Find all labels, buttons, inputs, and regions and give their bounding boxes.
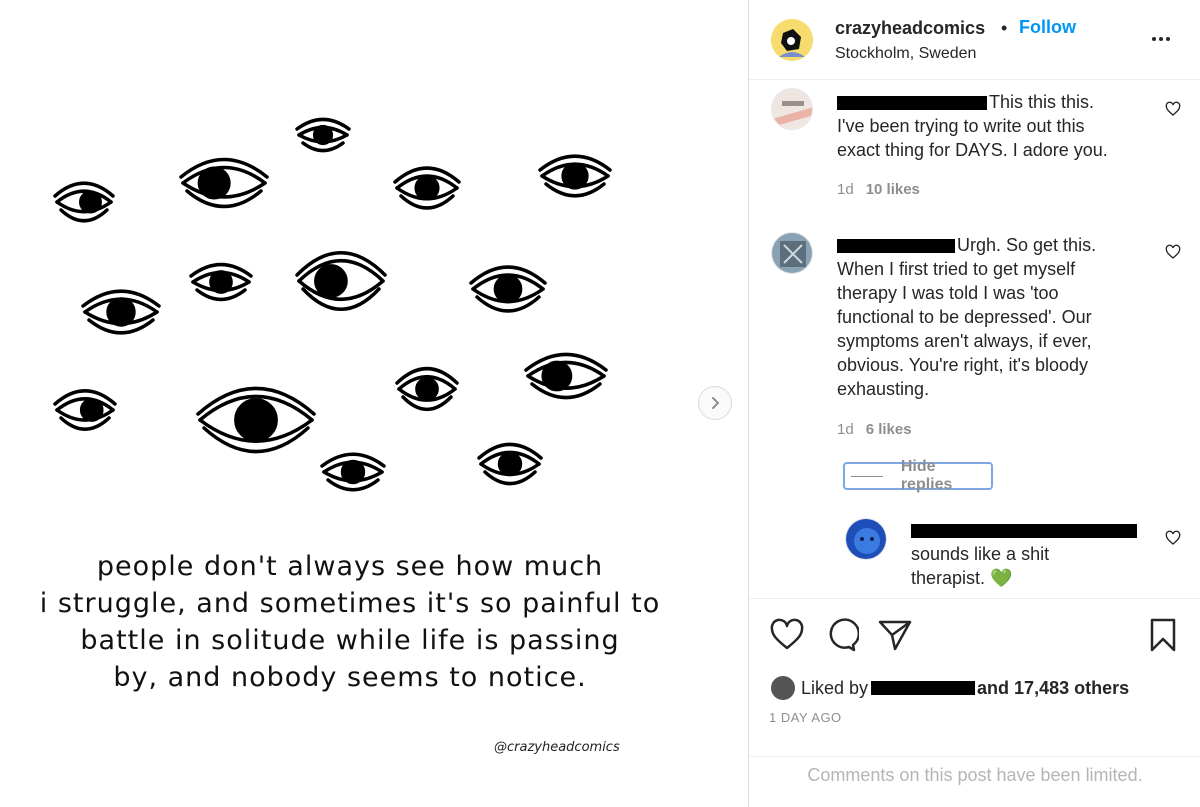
comment-line: I've been trying to write out this xyxy=(837,116,1085,136)
like-comment-heart-icon[interactable] xyxy=(1165,244,1181,260)
post-header: crazyheadcomics • Follow Stockholm, Swed… xyxy=(749,0,1200,80)
liker-avatar[interactable] xyxy=(769,674,797,702)
post-side-panel: crazyheadcomics • Follow Stockholm, Swed… xyxy=(748,0,1200,807)
eye-drawing xyxy=(393,166,461,210)
comments-limited-notice: Comments on this post have been limited. xyxy=(749,756,1200,807)
reply-body: sounds like a shit therapist. 💚 xyxy=(911,518,1151,590)
eye-drawing xyxy=(524,352,608,400)
caption-line: i struggle, and sometimes it's so painfu… xyxy=(39,588,661,619)
post-caption: people don't always see how much i strug… xyxy=(0,548,700,696)
commenter-avatar[interactable] xyxy=(771,88,813,130)
comment-body: This this this. I've been trying to writ… xyxy=(837,90,1167,162)
caption-line: people don't always see how much xyxy=(96,551,604,582)
redacted-username xyxy=(837,96,987,111)
comment-time[interactable]: 1d xyxy=(837,421,854,438)
eye-drawing xyxy=(196,386,316,454)
bookmark-icon[interactable] xyxy=(1145,617,1181,653)
hide-replies-line xyxy=(851,475,883,477)
eye-drawing xyxy=(295,117,351,153)
likes-count[interactable]: and 17,483 others xyxy=(977,678,1129,699)
like-comment-heart-icon[interactable] xyxy=(1165,101,1181,117)
reply-avatar[interactable] xyxy=(845,518,887,560)
share-icon[interactable] xyxy=(877,617,913,653)
follow-button[interactable]: Follow xyxy=(1019,17,1076,38)
likes-summary: Liked by and 17,483 others xyxy=(769,674,1129,702)
like-reply-heart-icon[interactable] xyxy=(1165,530,1181,546)
artist-signature: @crazyheadcomics xyxy=(494,740,620,755)
commenter-avatar[interactable] xyxy=(771,232,813,274)
separator-dot: • xyxy=(1001,18,1008,38)
comment-line: obvious. You're right, it's bloody xyxy=(837,355,1089,375)
next-image-button[interactable] xyxy=(698,386,732,420)
comment-line: Urgh. So get this. xyxy=(837,233,1167,257)
liked-by-prefix: Liked by xyxy=(801,677,869,698)
post-image: people don't always see how much i strug… xyxy=(0,0,748,807)
eye-drawing xyxy=(53,181,115,223)
comment-likes[interactable]: 10 likes xyxy=(866,181,920,198)
eye-drawing xyxy=(53,389,117,431)
eye-drawing xyxy=(469,265,547,313)
comment-line-text: Urgh. So get this. xyxy=(957,235,1097,255)
chevron-right-icon xyxy=(712,397,720,409)
eyes-illustration xyxy=(53,117,612,492)
author-avatar-drawing xyxy=(771,19,813,61)
author-username[interactable]: crazyheadcomics xyxy=(835,18,985,39)
comment-line: therapy I was told I was 'too xyxy=(837,283,1059,303)
eye-drawing xyxy=(395,367,459,412)
comment-line-text: This this this. xyxy=(989,92,1095,112)
comment-line: exact thing for DAYS. I adore you. xyxy=(837,140,1108,160)
reply-username-line xyxy=(911,518,1151,542)
more-options-button[interactable] xyxy=(1149,28,1173,48)
comment-meta: 1d 6 likes xyxy=(837,421,912,438)
comment-time[interactable]: 1d xyxy=(837,181,854,198)
post-time-ago[interactable]: 1 DAY AGO xyxy=(769,710,842,725)
comment-line: functional to be depressed'. Our xyxy=(837,307,1092,327)
post-location[interactable]: Stockholm, Sweden xyxy=(835,45,976,63)
hide-replies-label: Hide replies xyxy=(900,458,953,493)
reply-line: sounds like a shit xyxy=(911,544,1050,564)
eye-drawing xyxy=(179,157,269,209)
reply-avatar-image xyxy=(846,519,886,559)
eye-drawing xyxy=(81,289,161,335)
eye-drawing xyxy=(295,251,387,312)
commenter-avatar-image xyxy=(772,89,812,129)
more-options-icon xyxy=(1152,37,1170,41)
comment-line: This this this. xyxy=(837,90,1167,114)
comment-line: exhausting. xyxy=(837,379,930,399)
heart-icon[interactable] xyxy=(769,617,805,653)
redacted-username xyxy=(837,239,955,254)
eye-drawing xyxy=(320,452,386,492)
hide-replies-button[interactable]: Hide replies xyxy=(843,458,993,493)
author-avatar[interactable] xyxy=(771,19,813,61)
redacted-username xyxy=(871,681,976,695)
reply-line: therapist. 💚 xyxy=(911,568,1013,588)
comment-icon[interactable] xyxy=(823,617,859,653)
caption-line: battle in solitude while life is passing xyxy=(80,625,620,656)
commenter-avatar-image xyxy=(772,233,812,273)
eye-drawing xyxy=(189,262,253,302)
eye-drawing xyxy=(538,154,612,198)
caption-line: by, and nobody seems to notice. xyxy=(113,662,587,693)
comment-body: Urgh. So get this. When I first tried to… xyxy=(837,233,1167,401)
comment-likes[interactable]: 6 likes xyxy=(866,421,912,438)
redacted-username xyxy=(911,524,1137,539)
comment-line: symptoms aren't always, if ever, xyxy=(837,331,1092,351)
comment-meta: 1d 10 likes xyxy=(837,181,920,198)
eye-drawing xyxy=(477,442,543,486)
comment-line: When I first tried to get myself xyxy=(837,259,1076,279)
